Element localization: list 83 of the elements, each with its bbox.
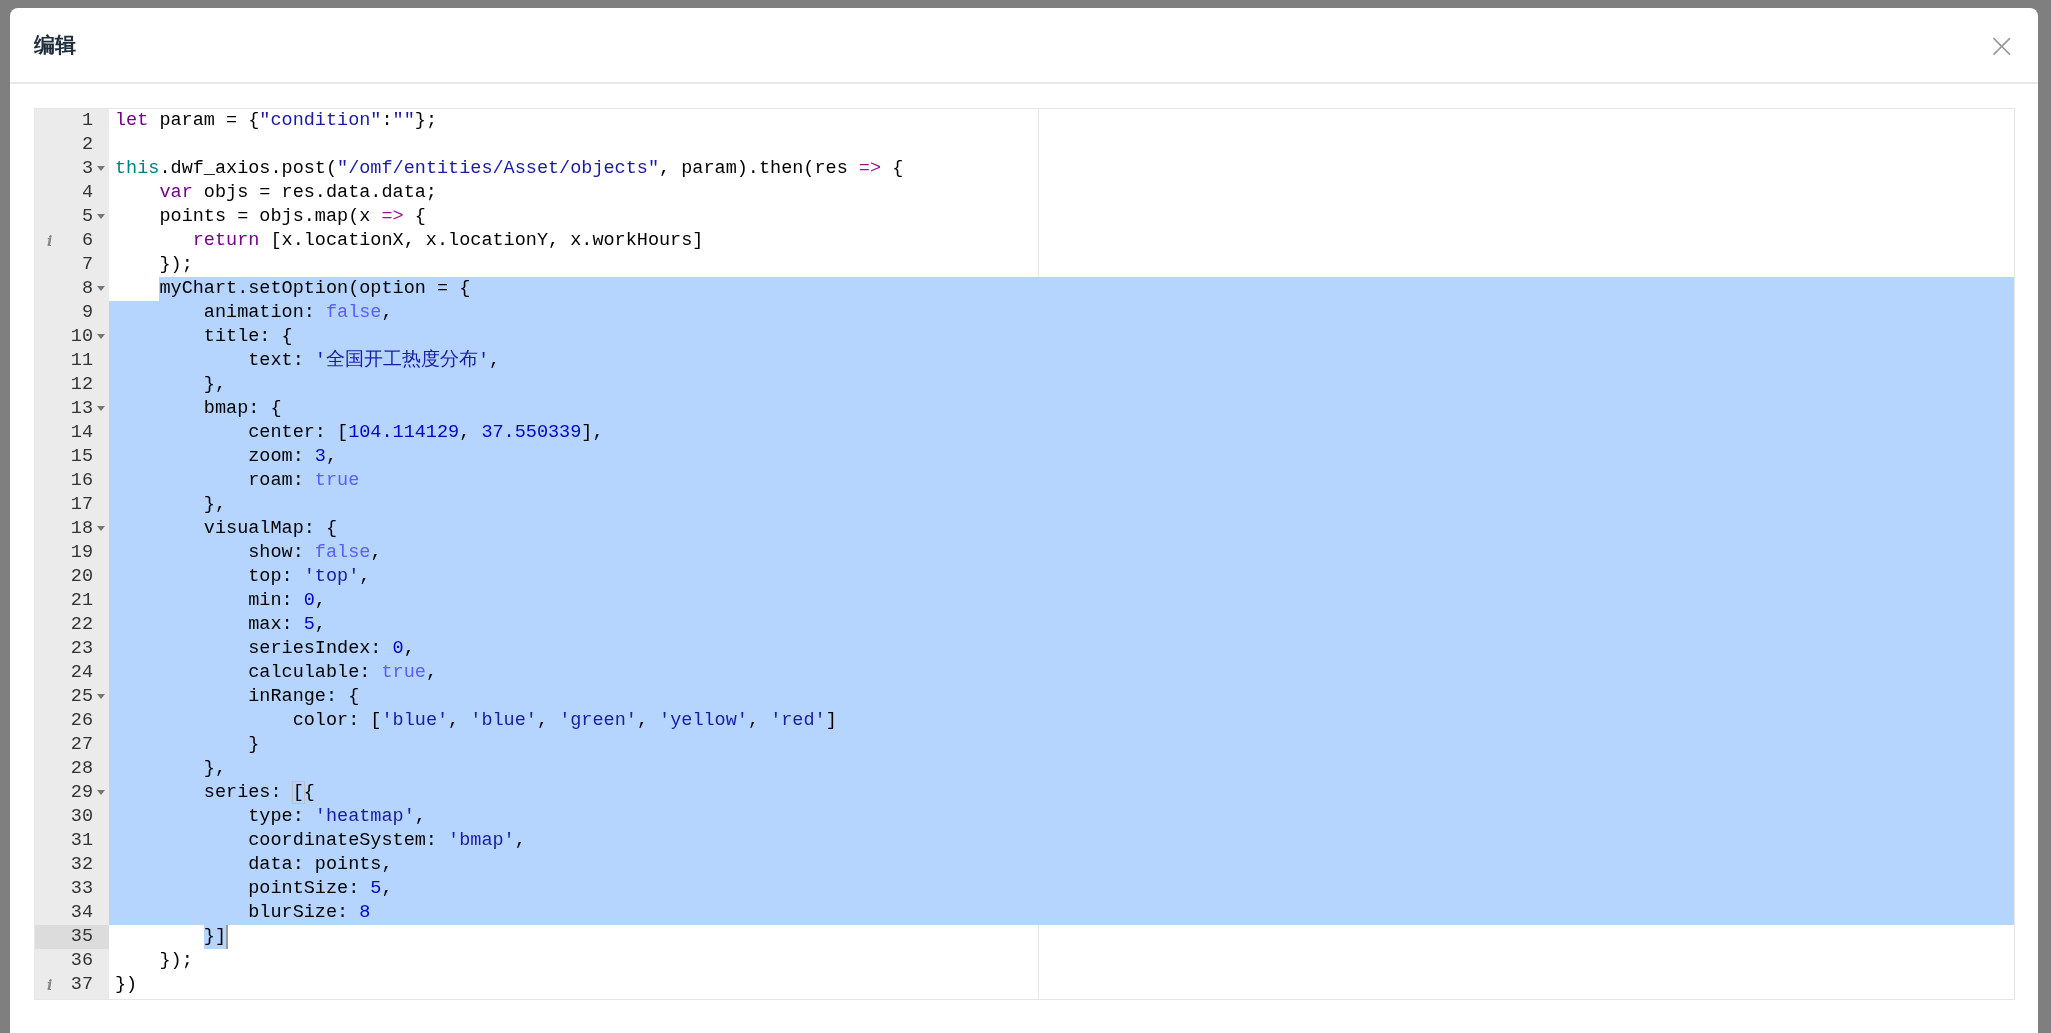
code-line: title: {	[202, 325, 294, 349]
line-number: 29	[70, 781, 93, 805]
line-number: 9	[81, 301, 93, 325]
line-number: 33	[70, 877, 93, 901]
line-number: 21	[70, 589, 93, 613]
fold-arrow-icon[interactable]	[97, 214, 105, 220]
line-number: 11	[70, 349, 93, 373]
code-line: blurSize: 8	[247, 901, 372, 925]
code-line: pointSize: 5,	[247, 877, 394, 901]
line-number: 32	[70, 853, 93, 877]
line-number: 20	[70, 565, 93, 589]
line-number: 14	[70, 421, 93, 445]
line-number: 8	[81, 277, 93, 301]
line-number: 30	[70, 805, 93, 829]
code-line: roam: true	[247, 469, 361, 493]
dialog-title: 编辑	[34, 32, 76, 59]
code-line: },	[202, 373, 228, 397]
code-line: let param = {"condition":""};	[115, 109, 438, 133]
code-line: min: 0,	[247, 589, 327, 613]
line-number: 35	[70, 925, 93, 949]
line-number: 17	[70, 493, 93, 517]
line-number: 23	[70, 637, 93, 661]
code-line: top: 'top',	[247, 565, 372, 589]
line-number: 19	[70, 541, 93, 565]
line-number: 34	[70, 901, 93, 925]
fold-arrow-icon[interactable]	[97, 286, 105, 292]
line-number: 26	[70, 709, 93, 733]
line-number: 3	[81, 157, 93, 181]
info-icon[interactable]: i	[47, 229, 53, 253]
code-line: max: 5,	[247, 613, 327, 637]
line-number: 6	[81, 229, 93, 253]
code-line: show: false,	[247, 541, 383, 565]
code-line: });	[158, 253, 194, 277]
code-line: var objs = res.data.data;	[158, 181, 438, 205]
code-line: series: [{	[202, 781, 316, 805]
code-line: },	[202, 493, 228, 517]
code-line: center: [104.114129, 37.550339],	[247, 421, 605, 445]
code-line: }	[247, 733, 261, 757]
code-line: text: '全国开工热度分布',	[247, 349, 502, 373]
line-number: 15	[70, 445, 93, 469]
line-number: 37	[70, 973, 93, 997]
line-number: 1	[81, 109, 93, 133]
fold-arrow-icon[interactable]	[97, 790, 105, 796]
line-number: 12	[70, 373, 93, 397]
code-line: animation: false,	[202, 301, 394, 325]
code-line: zoom: 3,	[247, 445, 339, 469]
line-number: 18	[70, 517, 93, 541]
code-line: });	[158, 949, 194, 973]
code-line: coordinateSystem: 'bmap',	[247, 829, 527, 853]
code-line: return [x.locationX, x.locationY, x.workHours]	[191, 229, 705, 253]
code-line: seriesIndex: 0,	[247, 637, 416, 661]
code-line: this.dwf_axios.post("/omf/entities/Asset/objects", param).then(res => {	[115, 157, 905, 181]
code-line: visualMap: {	[202, 517, 339, 541]
code-line: })	[115, 973, 139, 997]
line-number: 25	[70, 685, 93, 709]
close-button[interactable]: ×	[1983, 28, 2020, 62]
code-line: bmap: {	[202, 397, 283, 421]
line-number: 27	[70, 733, 93, 757]
info-icon[interactable]: i	[47, 973, 53, 997]
code-line: color: ['blue', 'blue', 'green', 'yellow', 'red']	[291, 709, 838, 733]
fold-arrow-icon[interactable]	[97, 694, 105, 700]
code-line: data: points,	[247, 853, 394, 877]
line-number: 36	[70, 949, 93, 973]
line-number: 5	[81, 205, 93, 229]
line-number: 22	[70, 613, 93, 637]
code-line: points = objs.map(x => {	[158, 205, 427, 229]
code-line: calculable: true,	[247, 661, 438, 685]
fold-arrow-icon[interactable]	[97, 526, 105, 532]
line-number: 31	[70, 829, 93, 853]
code-line: },	[202, 757, 228, 781]
line-number: 10	[70, 325, 93, 349]
line-number: 4	[81, 181, 93, 205]
fold-arrow-icon[interactable]	[97, 166, 105, 172]
code-line: type: 'heatmap',	[247, 805, 427, 829]
line-number: 24	[70, 661, 93, 685]
fold-arrow-icon[interactable]	[97, 334, 105, 340]
line-number: 28	[70, 757, 93, 781]
line-number: 16	[70, 469, 93, 493]
line-number: 7	[81, 253, 93, 277]
line-number: 2	[81, 133, 93, 157]
line-number: 13	[70, 397, 93, 421]
fold-arrow-icon[interactable]	[97, 406, 105, 412]
code-line: inRange: {	[247, 685, 361, 709]
